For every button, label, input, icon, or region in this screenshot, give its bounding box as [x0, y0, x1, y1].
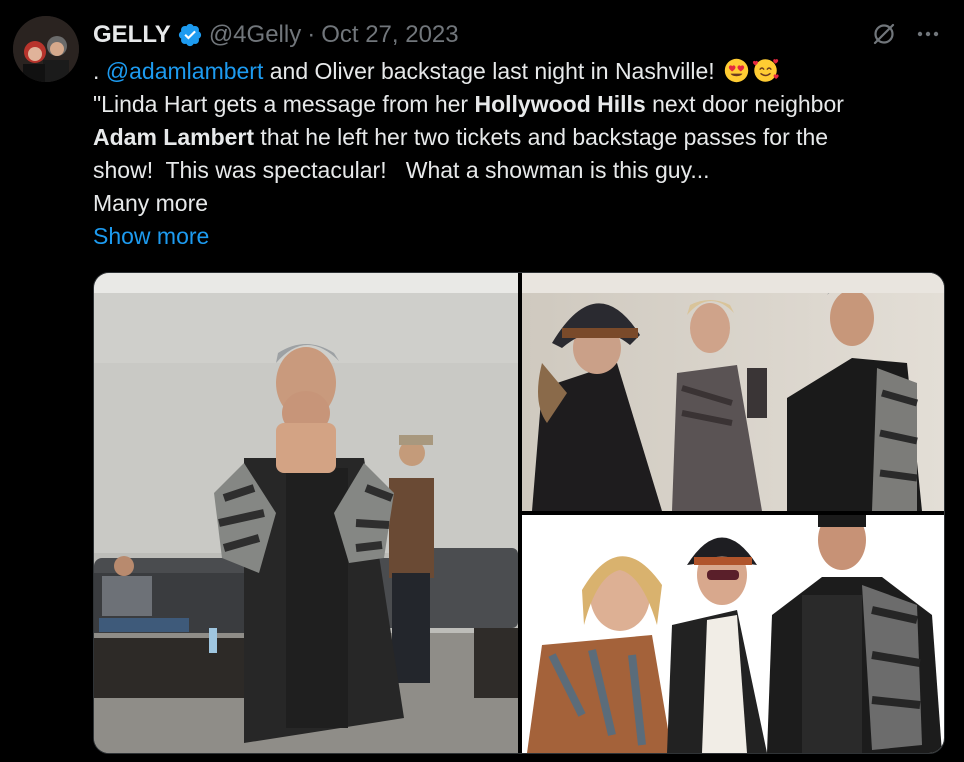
more-options-icon[interactable] — [914, 20, 942, 48]
mention-link[interactable]: @adamlambert — [106, 58, 264, 84]
line2-bold: Hollywood Hills — [474, 91, 646, 117]
author-handle[interactable]: @4Gelly — [209, 20, 301, 50]
show-more-link[interactable]: Show more — [93, 223, 209, 249]
media-grid — [93, 272, 945, 754]
tweet-line-3: Adam Lambert that he left her two ticket… — [93, 121, 943, 154]
grok-icon[interactable] — [870, 20, 898, 48]
tweet-line-1: . @adamlambert and Oliver backstage last… — [93, 55, 943, 88]
line1-rest: and Oliver backstage last night in Nashv… — [263, 58, 722, 84]
line3-bold: Adam Lambert — [93, 124, 255, 150]
avatar[interactable] — [13, 16, 79, 82]
smiling-face-with-hearts-icon — [752, 59, 779, 82]
tweet-line-5: Many more — [93, 190, 209, 216]
line2-b: next door neighbor — [645, 91, 844, 117]
media-photo-2[interactable] — [522, 273, 944, 511]
tweet-header: GELLY @4Gelly · Oct 27, 2023 — [93, 20, 459, 50]
media-photo-1[interactable] — [94, 273, 518, 753]
media-photo-3[interactable] — [522, 515, 944, 753]
author-name[interactable]: GELLY — [93, 20, 171, 50]
tweet-line-4: show! This was spectacular! What a showm… — [93, 157, 710, 183]
post-date[interactable]: Oct 27, 2023 — [321, 20, 458, 50]
line3-rest: that he left her two tickets and backsta… — [254, 124, 829, 150]
smiling-face-with-heart-eyes-icon — [724, 58, 749, 83]
tweet-line-2: "Linda Hart gets a message from her Holl… — [93, 88, 943, 121]
line1-prefix: . — [93, 58, 106, 84]
separator-dot: · — [307, 21, 316, 48]
line2-a: "Linda Hart gets a message from her — [93, 91, 475, 117]
verified-badge-icon — [178, 23, 201, 47]
tweet-text: . @adamlambert and Oliver backstage last… — [93, 55, 943, 253]
top-actions — [870, 20, 942, 48]
